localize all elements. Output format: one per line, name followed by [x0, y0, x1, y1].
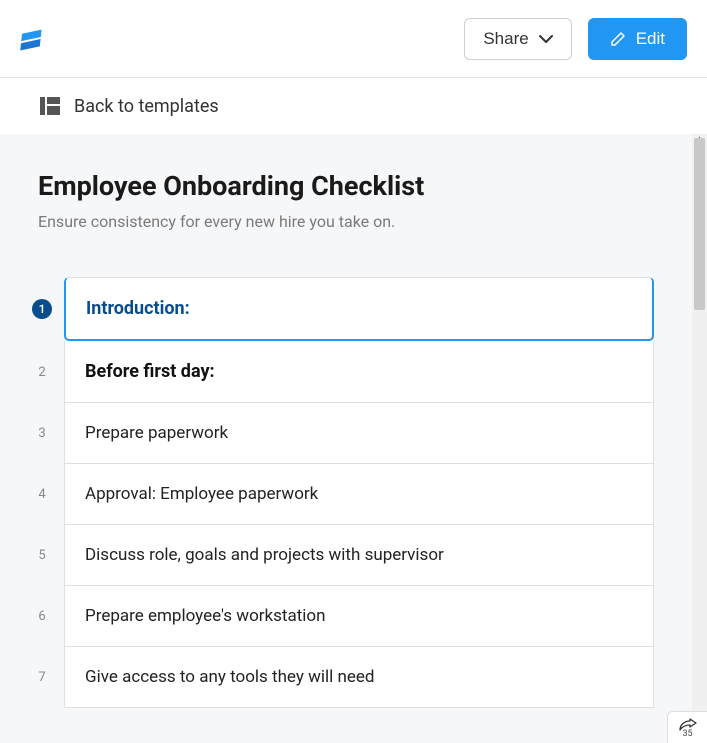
app-logo[interactable] [20, 23, 52, 55]
top-bar: Share Edit [0, 0, 707, 78]
scrollbar-thumb[interactable] [694, 138, 705, 310]
share-label: Share [483, 29, 528, 49]
forward-count: 35 [682, 729, 692, 739]
chevron-down-icon [539, 34, 553, 44]
step-card[interactable]: Give access to any tools they will need [64, 647, 654, 708]
edit-label: Edit [636, 29, 665, 49]
page-subtitle: Ensure consistency for every new hire yo… [38, 212, 654, 231]
step-number: 2 [32, 341, 52, 403]
checklist: 1Introduction:2Before first day:3Prepare… [32, 277, 654, 708]
content-area: Employee Onboarding Checklist Ensure con… [0, 134, 692, 743]
step-card[interactable]: Prepare employee's workstation [64, 586, 654, 647]
back-bar[interactable]: Back to templates [0, 78, 707, 134]
step-card[interactable]: Before first day: [64, 341, 654, 403]
edit-button[interactable]: Edit [588, 18, 687, 60]
checklist-row[interactable]: 4Approval: Employee paperwork [32, 464, 654, 525]
checklist-row[interactable]: 5Discuss role, goals and projects with s… [32, 525, 654, 586]
step-card[interactable]: Introduction: [64, 277, 654, 341]
step-card[interactable]: Approval: Employee paperwork [64, 464, 654, 525]
step-number: 7 [32, 647, 52, 708]
step-number: 1 [32, 277, 52, 341]
checklist-row[interactable]: 3Prepare paperwork [32, 403, 654, 464]
share-forward-button[interactable]: 35 [667, 711, 707, 743]
back-to-templates-label: Back to templates [74, 96, 219, 117]
share-button[interactable]: Share [464, 18, 571, 60]
step-number: 3 [32, 403, 52, 464]
vertical-scrollbar[interactable]: ▴ [692, 134, 707, 743]
step-number: 4 [32, 464, 52, 525]
step-card[interactable]: Prepare paperwork [64, 403, 654, 464]
checklist-row[interactable]: 2Before first day: [32, 341, 654, 403]
topbar-actions: Share Edit [464, 18, 687, 60]
content-inner: Employee Onboarding Checklist Ensure con… [0, 134, 692, 708]
pencil-icon [610, 31, 626, 47]
step-number: 5 [32, 525, 52, 586]
step-card[interactable]: Discuss role, goals and projects with su… [64, 525, 654, 586]
templates-icon [40, 96, 60, 116]
checklist-row[interactable]: 6Prepare employee's workstation [32, 586, 654, 647]
checklist-row[interactable]: 1Introduction: [32, 277, 654, 341]
checklist-row[interactable]: 7Give access to any tools they will need [32, 647, 654, 708]
step-number: 6 [32, 586, 52, 647]
page-title: Employee Onboarding Checklist [38, 170, 654, 202]
